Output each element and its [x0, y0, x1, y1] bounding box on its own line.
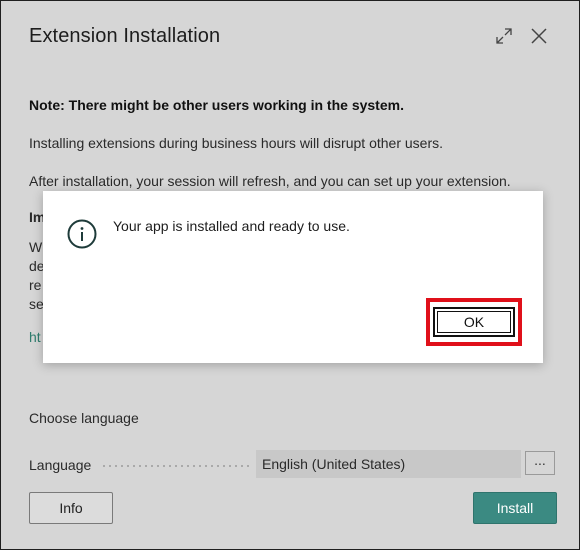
install-button[interactable]: Install	[473, 492, 557, 524]
close-button[interactable]	[526, 23, 552, 49]
expand-icon	[496, 28, 512, 44]
language-field[interactable]: English (United States)	[256, 450, 521, 478]
dialog-title: Extension Installation	[29, 25, 221, 47]
info-button[interactable]: Info	[29, 492, 113, 524]
obscured-text-fragment: W	[29, 239, 43, 255]
note-text: Note: There might be other users working…	[29, 97, 404, 113]
extension-installation-dialog: Extension Installation Note: There might…	[0, 0, 580, 550]
choose-language-heading: Choose language	[29, 410, 139, 426]
ok-focus-ring	[437, 311, 511, 333]
obscured-text-fragment: se	[29, 296, 44, 312]
language-lookup-button[interactable]: ...	[525, 451, 555, 475]
disruption-warning: Installing extensions during business ho…	[29, 135, 443, 151]
session-refresh-info: After installation, your session will re…	[29, 173, 511, 189]
info-circle-icon	[67, 219, 97, 249]
installed-message: Your app is installed and ready to use.	[113, 218, 350, 234]
installed-message-box: Your app is installed and ready to use. …	[43, 191, 543, 363]
ok-button[interactable]: OK	[433, 307, 515, 337]
obscured-link-fragment[interactable]: ht	[29, 329, 41, 345]
obscured-text-fragment: re	[29, 277, 42, 293]
expand-button[interactable]	[491, 23, 517, 49]
label-leader-dots	[101, 465, 249, 467]
close-icon	[531, 28, 547, 44]
language-label: Language	[29, 457, 92, 473]
